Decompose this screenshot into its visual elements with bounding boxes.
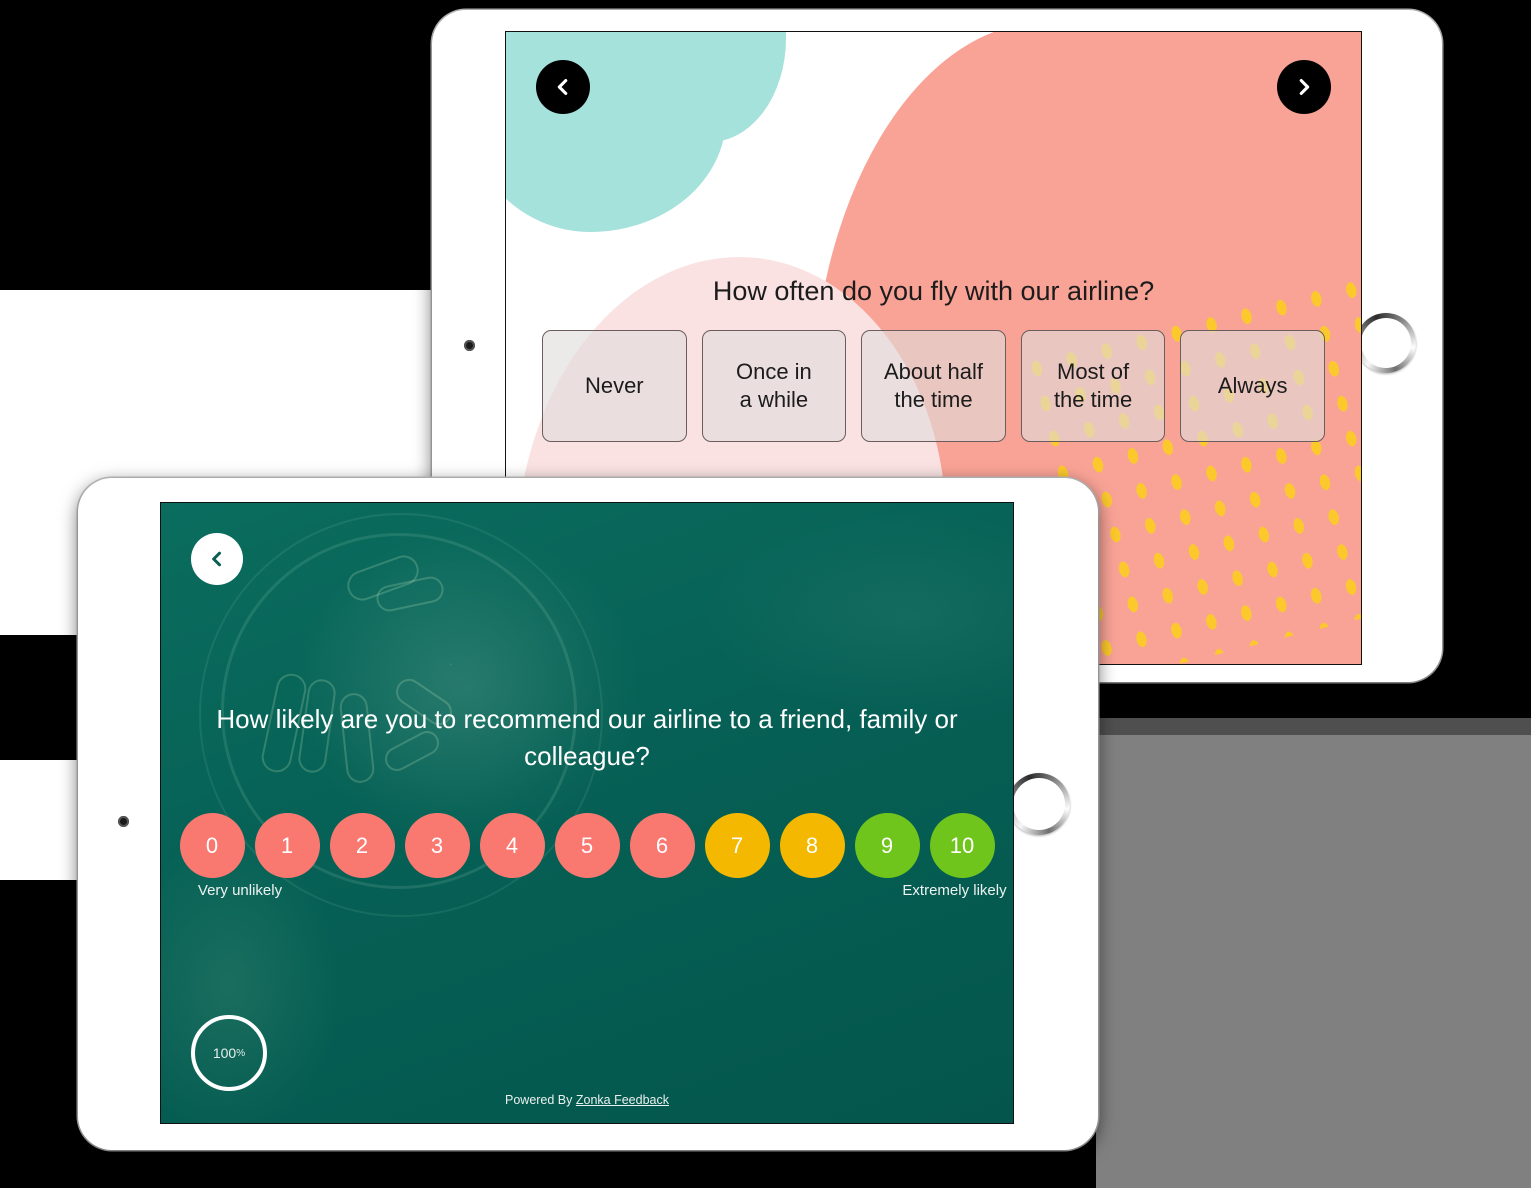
nps-option: 2 bbox=[329, 813, 395, 878]
chevron-left-icon bbox=[212, 551, 221, 567]
answer-choice-once-in-a-while[interactable]: Once in a while bbox=[701, 330, 847, 442]
front-camera-icon bbox=[118, 816, 129, 827]
answer-choice-most-of-time[interactable]: Most of the time bbox=[1020, 330, 1166, 442]
nps-option: 10 bbox=[929, 813, 995, 878]
nps-scale: 0 1 2 3 4 5 6 7 8 9 10 bbox=[179, 813, 995, 878]
tablet-device-bottom: How likely are you to recommend our airl… bbox=[78, 478, 1098, 1150]
question-text-frequency: How often do you fly with our airline? bbox=[712, 276, 1155, 306]
question-text-nps: How likely are you to recommend our airl… bbox=[216, 704, 958, 771]
nps-option-9[interactable]: 9 bbox=[854, 813, 920, 878]
answer-choice-list: Never Once in a while About half the time … bbox=[542, 330, 1325, 442]
nps-option: 7 bbox=[704, 813, 770, 878]
nps-option: 9 bbox=[854, 813, 920, 878]
answer-choice-always[interactable]: Always bbox=[1180, 330, 1325, 442]
nps-option-7[interactable]: 7 bbox=[704, 813, 770, 878]
powered-by-text: Powered By bbox=[505, 1093, 576, 1107]
nps-option-0[interactable]: 0 bbox=[179, 813, 245, 878]
nps-option-6[interactable]: 6 bbox=[629, 813, 695, 878]
nps-option: 4 bbox=[479, 813, 545, 878]
front-camera-icon bbox=[464, 340, 475, 351]
nps-option-4[interactable]: 4 bbox=[479, 813, 545, 878]
background-plate-right bbox=[1096, 735, 1531, 1188]
nps-high-label: Extremely likely bbox=[902, 882, 1007, 899]
nps-option-1[interactable]: 1 bbox=[254, 813, 320, 878]
zonka-feedback-link[interactable]: Zonka Feedback bbox=[576, 1093, 669, 1107]
nps-option: 1 bbox=[254, 813, 320, 878]
nps-option: 3 bbox=[404, 813, 470, 878]
progress-indicator: 100% bbox=[191, 1015, 267, 1091]
nps-option: 8 bbox=[779, 813, 845, 878]
survey-screen-nps: How likely are you to recommend our airl… bbox=[160, 502, 1014, 1124]
chevron-left-icon bbox=[557, 79, 568, 95]
nps-option-2[interactable]: 2 bbox=[329, 813, 395, 878]
nps-option-10[interactable]: 10 bbox=[929, 813, 995, 878]
home-button-bottom[interactable] bbox=[1008, 773, 1070, 835]
nps-low-label: Very unlikely bbox=[197, 882, 283, 899]
next-question-button[interactable] bbox=[1277, 60, 1331, 114]
progress-unit: % bbox=[236, 1047, 246, 1059]
teal-blob-shape bbox=[506, 32, 786, 232]
home-button-top[interactable] bbox=[1356, 313, 1416, 373]
progress-value: 100 bbox=[212, 1045, 237, 1061]
footer-attribution: Powered By Zonka Feedback bbox=[161, 1093, 1013, 1107]
previous-question-button[interactable] bbox=[191, 533, 243, 585]
chevron-right-icon bbox=[1299, 79, 1310, 95]
nps-option: 0 bbox=[179, 813, 245, 878]
nps-option: 6 bbox=[629, 813, 695, 878]
previous-question-button[interactable] bbox=[536, 60, 590, 114]
nps-option: 5 bbox=[554, 813, 620, 878]
screenshot-stage: How often do you fly with our airline? N… bbox=[0, 0, 1531, 1188]
answer-choice-about-half[interactable]: About half the time bbox=[861, 330, 1006, 442]
nps-option-8[interactable]: 8 bbox=[779, 813, 845, 878]
answer-choice-never[interactable]: Never bbox=[542, 330, 687, 442]
nps-option-5[interactable]: 5 bbox=[554, 813, 620, 878]
nps-option-3[interactable]: 3 bbox=[404, 813, 470, 878]
